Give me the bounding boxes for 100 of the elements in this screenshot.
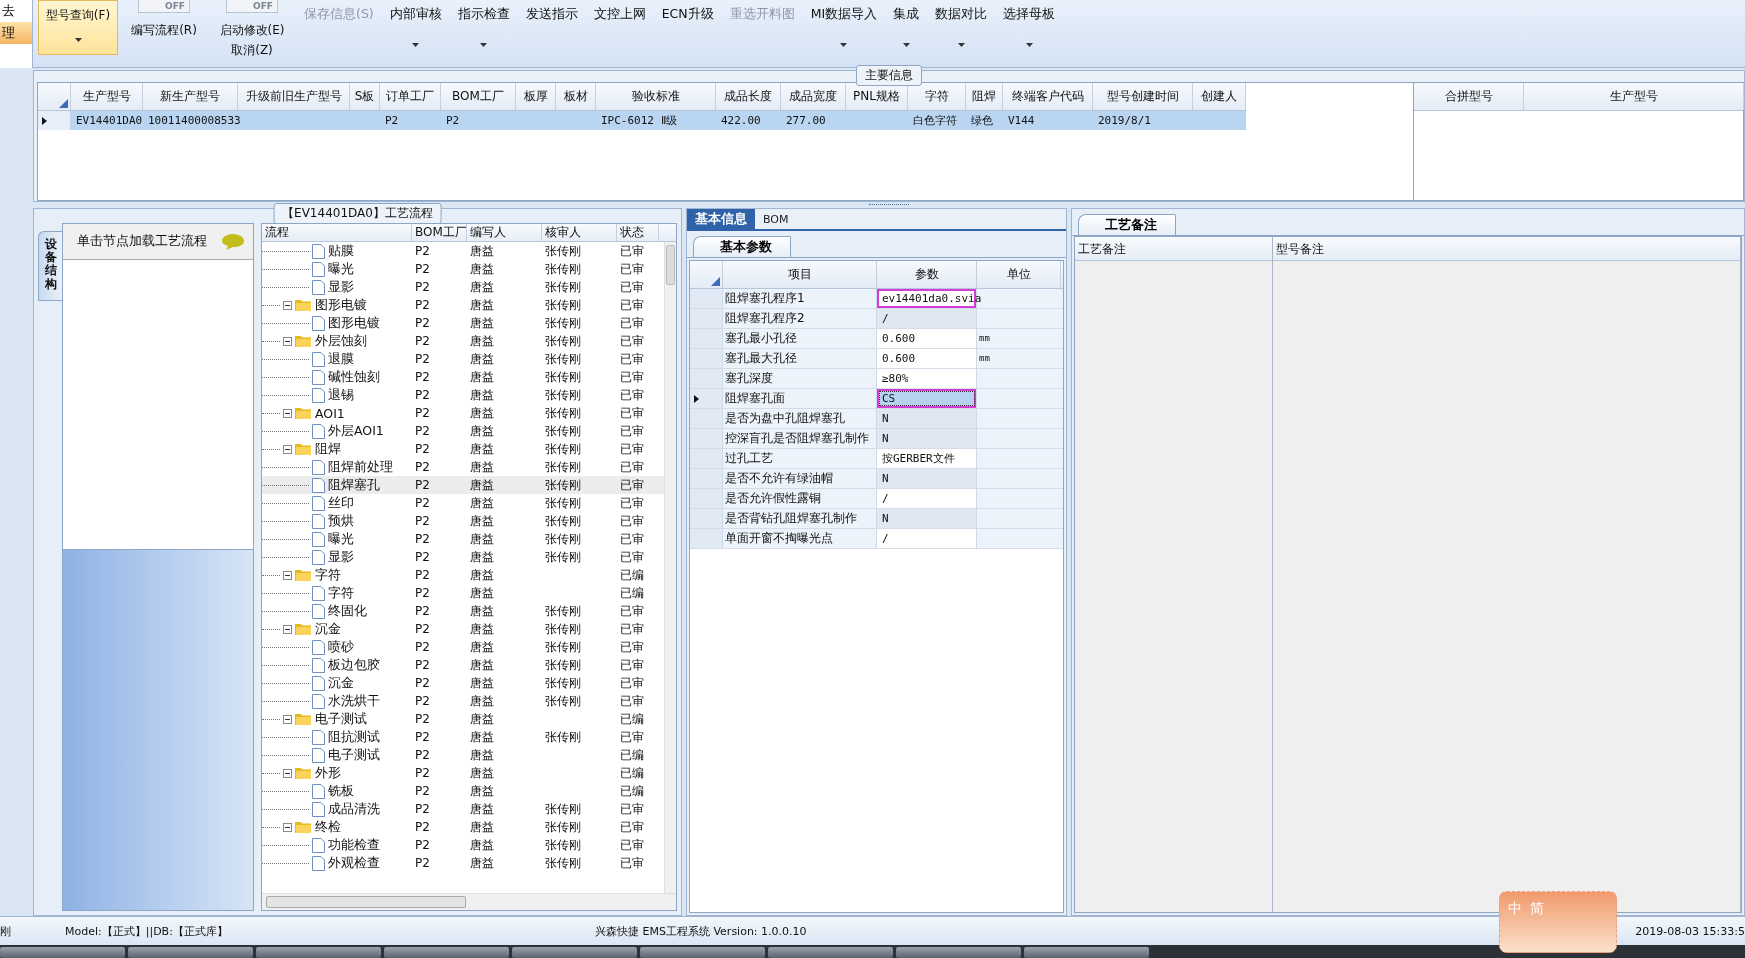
value-field[interactable]: N: [877, 429, 977, 448]
column-header[interactable]: 编写人: [467, 224, 542, 241]
table-cell-text: 唐益: [469, 819, 495, 836]
column-header[interactable]: 生产型号: [71, 83, 143, 110]
column-header[interactable]: 阻焊: [966, 83, 1003, 110]
tab[interactable]: 基本信息: [687, 209, 755, 229]
column-header[interactable]: 状态: [617, 224, 659, 241]
value-field[interactable]: 0.600: [877, 349, 977, 368]
column-header[interactable]: 参数: [877, 261, 977, 288]
toolbar-button[interactable]: 发送指示: [519, 0, 584, 54]
column-header[interactable]: 升级前旧生产型号: [238, 83, 350, 110]
value-field[interactable]: CS: [877, 389, 977, 408]
table-cell-text: 张传刚: [544, 423, 582, 440]
table-cell-text: P2: [414, 765, 431, 782]
taskbar-button[interactable]: [1024, 947, 1149, 958]
table-cell-text: P2: [414, 549, 431, 566]
value-field[interactable]: 0.600: [877, 329, 977, 348]
value-field[interactable]: N: [877, 509, 977, 528]
tree-node-label: 退膜: [328, 350, 354, 368]
collapse-icon[interactable]: [283, 768, 292, 778]
taskbar-button[interactable]: [512, 947, 637, 958]
table-row[interactable]: EV14401DA0 10011400008533 P2 P2 IPC-6012 Ⅱ级 422.00 277.00 白色字符 绿色 V144 2019/8/1: [38, 111, 1246, 130]
value-field[interactable]: 按GERBER文件: [877, 449, 977, 468]
column-header[interactable]: 终端客户代码: [1003, 83, 1093, 110]
row-header[interactable]: [38, 111, 71, 130]
column-header[interactable]: 成品宽度: [781, 83, 846, 110]
collapse-icon[interactable]: [283, 714, 292, 724]
column-header[interactable]: 单位: [977, 261, 1061, 288]
column-header[interactable]: 流程: [262, 224, 412, 241]
value-field[interactable]: N: [877, 469, 977, 488]
toolbar-button[interactable]: 指示检查: [451, 0, 516, 54]
collapse-icon[interactable]: [283, 624, 292, 634]
column-header[interactable]: 合拼型号: [1414, 83, 1524, 110]
tab[interactable]: 基本参数: [693, 236, 791, 257]
side-tab[interactable]: 设备结构: [38, 231, 62, 301]
collapse-icon[interactable]: [283, 300, 292, 310]
toolbar-button[interactable]: MI数据导入: [804, 0, 884, 54]
table-cell-text: 已编: [619, 567, 645, 584]
document-icon: [312, 603, 325, 619]
table-cell-text: 已审: [619, 621, 645, 638]
tab[interactable]: 工艺备注: [1078, 214, 1176, 235]
table-cell-text: 已审: [619, 243, 645, 260]
table-cell-text: P2: [414, 261, 431, 278]
taskbar-button[interactable]: [768, 947, 893, 958]
column-header[interactable]: 项目: [723, 261, 877, 288]
table-cell-text: 张传刚: [544, 855, 582, 872]
value-field[interactable]: /: [877, 309, 977, 328]
taskbar-button[interactable]: [0, 947, 125, 958]
splitter-grip[interactable]: [869, 203, 909, 207]
ime-label: 简: [1530, 900, 1544, 918]
collapse-icon[interactable]: [283, 822, 292, 832]
value-field[interactable]: ≥80%: [877, 369, 977, 388]
toolbar-button[interactable]: 文控上网: [587, 0, 652, 54]
taskbar-button[interactable]: [640, 947, 765, 958]
column-header[interactable]: 核审人: [542, 224, 617, 241]
column-header[interactable]: BOM工厂: [441, 83, 516, 110]
column-header[interactable]: BOM工厂: [412, 224, 467, 241]
row-pointer-icon: [694, 394, 699, 403]
toolbar-button[interactable]: 选择母板: [997, 0, 1062, 54]
collapse-icon[interactable]: [283, 444, 292, 454]
collapse-icon[interactable]: [283, 408, 292, 418]
query-button[interactable]: 型号查询(F): [38, 0, 118, 55]
column-header[interactable]: 成品长度: [716, 83, 781, 110]
column-header[interactable]: 验收标准: [596, 83, 716, 110]
collapse-icon[interactable]: [283, 336, 292, 346]
document-icon: [312, 495, 325, 511]
column-header[interactable]: 生产型号: [1524, 83, 1744, 110]
taskbar-button[interactable]: [896, 947, 1021, 958]
value-field[interactable]: N: [877, 409, 977, 428]
value-field[interactable]: /: [877, 529, 977, 548]
tree-row[interactable]: 阻焊塞孔 P2 唐益 张传刚 已审: [262, 476, 664, 494]
column-header[interactable]: 新生产型号: [143, 83, 238, 110]
column-header[interactable]: 字符: [908, 83, 966, 110]
sidebar-item[interactable]: 理: [0, 22, 32, 44]
column-header[interactable]: 订单工厂: [380, 83, 441, 110]
scrollbar[interactable]: [664, 242, 676, 893]
scrollbar[interactable]: [262, 893, 676, 910]
column-header[interactable]: S板: [350, 83, 380, 110]
row-header[interactable]: [690, 389, 723, 408]
column-header[interactable]: 创建人: [1193, 83, 1246, 110]
table-cell-text: 已审: [619, 639, 645, 656]
toolbar-button[interactable]: ECN升级: [655, 0, 720, 54]
taskbar-button[interactable]: [256, 947, 381, 958]
tab[interactable]: BOM: [755, 209, 797, 229]
table-cell-text: 已审: [619, 855, 645, 872]
sidebar-item[interactable]: 去: [0, 0, 32, 22]
column-header[interactable]: 型号创建时间: [1093, 83, 1193, 110]
toolbar-button[interactable]: 内部审核: [383, 0, 448, 54]
column-header[interactable]: PNL规格: [846, 83, 908, 110]
value-field[interactable]: /: [877, 489, 977, 508]
toolbar-button[interactable]: 数据对比: [929, 0, 994, 54]
document-icon: [312, 243, 325, 259]
taskbar-button[interactable]: [384, 947, 509, 958]
toolbar-button[interactable]: 集成: [887, 0, 926, 54]
table-cell-text: IPC-6012 Ⅱ级: [600, 113, 678, 129]
column-header[interactable]: 板厚: [516, 83, 556, 110]
taskbar-button[interactable]: [128, 947, 253, 958]
column-header[interactable]: 板材: [556, 83, 596, 110]
collapse-icon[interactable]: [283, 570, 292, 580]
tree-node-label: 预烘: [328, 512, 354, 530]
